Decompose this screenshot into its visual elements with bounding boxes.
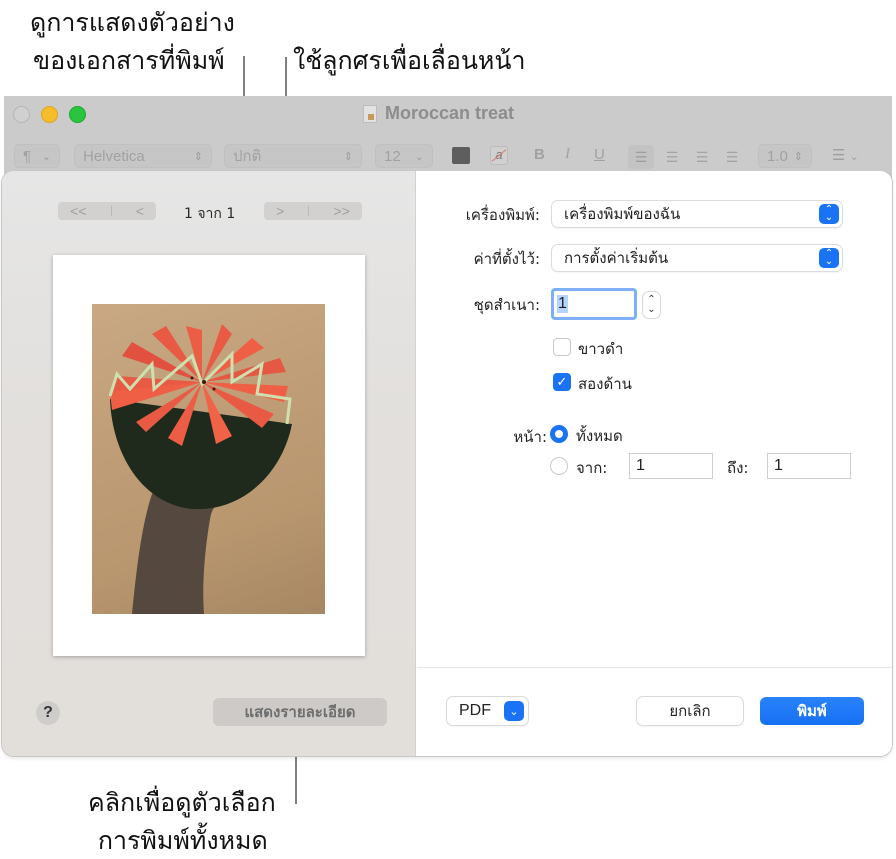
font-size-field[interactable]: 12 ⌄ xyxy=(375,144,433,168)
window-title-text: Moroccan treat xyxy=(385,103,515,123)
pages-from-value: 1 xyxy=(636,457,645,474)
callout-details: คลิกเพื่อดูตัวเลือก การพิมพ์ทั้งหมด xyxy=(88,784,276,859)
printer-label: เครื่องพิมพ์: xyxy=(465,206,540,224)
pages-from-input[interactable]: 1 xyxy=(629,453,713,479)
page-indicator: 1 จาก 1 xyxy=(184,206,236,222)
preview-nav-back: << < xyxy=(58,202,156,220)
watermelon-photo xyxy=(92,304,325,614)
pages-to-label: ถึง: xyxy=(727,459,749,477)
printer-select[interactable]: เครื่องพิมพ์ของฉัน ⌃ ⌄ xyxy=(552,201,842,227)
next-page-button[interactable]: > xyxy=(276,203,284,219)
pages-all-label: ทั้งหมด xyxy=(576,427,623,445)
list-style-menu[interactable]: ☰ ⌄ xyxy=(832,146,859,164)
previous-page-button[interactable]: < xyxy=(136,203,144,219)
first-page-button[interactable]: << xyxy=(70,203,86,219)
updown-icon: ⇕ xyxy=(793,150,803,163)
presets-select[interactable]: การตั้งค่าเริ่มต้น ⌃ ⌄ xyxy=(552,245,842,271)
watermelon-illustration xyxy=(108,324,292,614)
font-size-value: 12 xyxy=(384,147,401,165)
list-icon: ☰ xyxy=(832,147,846,164)
black-white-label: ขาวดำ xyxy=(578,340,624,358)
pages-range-radio[interactable] xyxy=(550,457,568,475)
line-spacing-value: 1.0 xyxy=(767,147,788,165)
updown-icon: ⌃ ⌄ xyxy=(819,204,839,224)
settings-pane: เครื่องพิมพ์: เครื่องพิมพ์ของฉัน ⌃ ⌄ ค่าท… xyxy=(417,171,892,756)
pages-from-label: จาก: xyxy=(576,459,608,477)
show-details-button[interactable]: แสดงรายละเอียด xyxy=(213,698,387,726)
zoom-window-button[interactable] xyxy=(69,106,86,123)
pdf-label: PDF xyxy=(459,702,491,719)
page-preview xyxy=(53,255,365,656)
checkmark-icon: ✓ xyxy=(556,374,568,389)
callout-preview-line2: ของเอกสารที่พิมพ์ xyxy=(33,46,225,75)
window-title: Moroccan treat xyxy=(363,103,514,124)
updown-icon: ⇕ xyxy=(193,150,203,163)
help-button[interactable]: ? xyxy=(36,701,60,725)
callout-details-line2: การพิมพ์ทั้งหมด xyxy=(97,826,268,855)
font-style-value: ปกติ xyxy=(233,147,262,165)
printer-value: เครื่องพิมพ์ของฉัน xyxy=(564,205,681,223)
bold-button[interactable]: B xyxy=(534,146,545,163)
italic-button[interactable]: I xyxy=(565,146,570,163)
divider xyxy=(308,206,310,216)
line-spacing-select[interactable]: 1.0 ⇕ xyxy=(758,144,812,168)
chevron-down-icon: ⌄ xyxy=(849,151,859,163)
copies-value: 1 xyxy=(557,295,568,313)
pages-all-radio[interactable] xyxy=(550,425,568,443)
print-button[interactable]: พิมพ์ xyxy=(760,697,864,725)
copies-label: ชุดสำเนา: xyxy=(473,296,540,314)
align-left-button[interactable]: ☰ xyxy=(628,145,654,169)
chevron-down-icon: ⌄ xyxy=(41,150,51,163)
updown-icon: ⇕ xyxy=(343,150,353,163)
no-highlight-icon: a xyxy=(492,147,507,162)
text-color-swatch[interactable] xyxy=(452,147,470,164)
highlight-color-button[interactable]: a xyxy=(490,146,508,165)
pages-to-input[interactable]: 1 xyxy=(767,453,851,479)
chevron-down-icon: ⌄ xyxy=(504,701,524,721)
preview-nav-forward: > >> xyxy=(264,202,362,220)
paragraph-style-menu[interactable]: ¶ ⌄ xyxy=(14,144,60,168)
font-family-select[interactable]: Helvetica ⇕ xyxy=(74,144,212,168)
presets-label: ค่าที่ตั้งไว้: xyxy=(473,250,540,268)
divider xyxy=(110,206,112,216)
paragraph-icon: ¶ xyxy=(23,147,32,165)
font-style-select[interactable]: ปกติ ⇕ xyxy=(224,144,362,168)
underline-button[interactable]: U xyxy=(594,146,605,163)
last-page-button[interactable]: >> xyxy=(334,203,350,219)
font-family-value: Helvetica xyxy=(83,147,145,165)
two-sided-label: สองด้าน xyxy=(578,375,632,393)
pages-to-value: 1 xyxy=(774,457,783,474)
copies-input[interactable]: 1 xyxy=(551,288,637,320)
align-right-button[interactable]: ☰ xyxy=(690,145,714,169)
decrement-icon[interactable]: ⌄ xyxy=(647,305,655,315)
justify-button[interactable]: ☰ xyxy=(720,145,744,169)
callout-details-line1: คลิกเพื่อดูตัวเลือก xyxy=(88,788,276,817)
pages-label: หน้า: xyxy=(513,428,547,446)
document-icon xyxy=(363,104,377,123)
close-window-button[interactable] xyxy=(13,106,30,123)
two-sided-checkbox[interactable]: ✓ xyxy=(553,373,571,391)
chevron-down-icon: ⌄ xyxy=(414,150,424,163)
print-dialog: << < 1 จาก 1 > >> ? แสดงรายละเอียด เครื่… xyxy=(2,171,892,756)
pdf-menu-button[interactable]: PDF ⌄ xyxy=(447,697,528,725)
callout-arrows: ใช้ลูกศรเพื่อเลื่อนหน้า xyxy=(293,46,526,75)
copies-stepper[interactable]: ⌃ ⌄ xyxy=(643,292,660,318)
presets-value: การตั้งค่าเริ่มต้น xyxy=(564,249,669,267)
footer-divider xyxy=(417,667,892,668)
black-white-checkbox[interactable] xyxy=(553,338,571,356)
cancel-button[interactable]: ยกเลิก xyxy=(637,697,743,725)
callout-preview: ดูการแสดงตัวอย่าง ของเอกสารที่พิมพ์ xyxy=(30,4,235,80)
callout-preview-line1: ดูการแสดงตัวอย่าง xyxy=(30,8,235,37)
updown-icon: ⌃ ⌄ xyxy=(819,248,839,268)
minimize-window-button[interactable] xyxy=(41,106,58,123)
preview-pane: << < 1 จาก 1 > >> ? แสดงรายละเอียด xyxy=(2,171,416,756)
align-center-button[interactable]: ☰ xyxy=(660,145,684,169)
